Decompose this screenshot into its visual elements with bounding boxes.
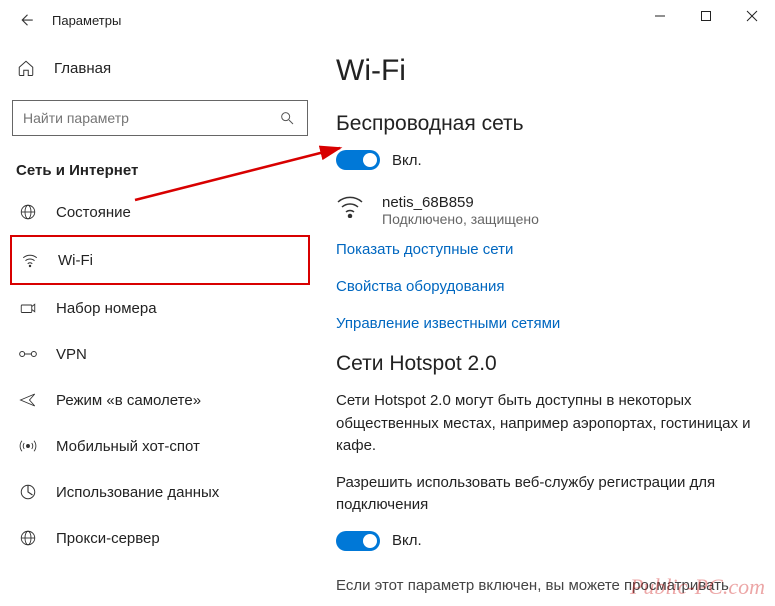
sidebar-item-label: Состояние <box>56 204 131 221</box>
wifi-icon <box>20 250 40 270</box>
link-show-networks[interactable]: Показать доступные сети <box>336 241 755 258</box>
network-status: Подключено, защищено <box>382 211 539 227</box>
airplane-icon <box>18 390 38 410</box>
search-input[interactable] <box>12 100 308 136</box>
wifi-toggle-label: Вкл. <box>392 152 422 169</box>
home-nav[interactable]: Главная <box>10 48 310 88</box>
proxy-icon <box>18 528 38 548</box>
sidebar-item-proxy[interactable]: Прокси-сервер <box>10 515 310 561</box>
hotspot-icon <box>18 436 38 456</box>
maximize-button[interactable] <box>683 0 729 32</box>
sidebar-item-label: Набор номера <box>56 300 157 317</box>
home-label: Главная <box>54 60 111 77</box>
sidebar-item-label: Использование данных <box>56 484 219 501</box>
sidebar: Главная Сеть и Интернет Состояние Wi-Fi … <box>0 40 320 606</box>
minimize-button[interactable] <box>637 0 683 32</box>
link-hardware-properties[interactable]: Свойства оборудования <box>336 278 755 295</box>
footer-text: Если этот параметр включен, вы можете пр… <box>336 575 755 598</box>
wifi-signal-icon <box>336 194 364 218</box>
sidebar-item-hotspot[interactable]: Мобильный хот-спот <box>10 423 310 469</box>
sidebar-item-airplane[interactable]: Режим «в самолете» <box>10 377 310 423</box>
link-known-networks[interactable]: Управление известными сетями <box>336 315 755 332</box>
wifi-toggle[interactable] <box>336 150 380 170</box>
window-title: Параметры <box>52 13 121 28</box>
current-network[interactable]: netis_68B859 Подключено, защищено <box>336 194 755 227</box>
sidebar-item-status[interactable]: Состояние <box>10 189 310 235</box>
back-button[interactable] <box>12 6 40 34</box>
dialup-icon <box>18 298 38 318</box>
vpn-icon <box>18 344 38 364</box>
sidebar-item-label: Прокси-сервер <box>56 530 160 547</box>
search-icon <box>277 108 297 128</box>
sidebar-item-vpn[interactable]: VPN <box>10 331 310 377</box>
data-usage-icon <box>18 482 38 502</box>
hotspot-section-title: Сети Hotspot 2.0 <box>336 352 755 376</box>
home-icon <box>16 58 36 78</box>
wireless-section-title: Беспроводная сеть <box>336 112 755 136</box>
globe-icon <box>18 202 38 222</box>
sidebar-item-wifi[interactable]: Wi-Fi <box>10 235 310 285</box>
hotspot-toggle[interactable] <box>336 531 380 551</box>
hotspot-description: Сети Hotspot 2.0 могут быть доступны в н… <box>336 390 755 458</box>
sidebar-section-title: Сеть и Интернет <box>10 140 310 189</box>
search-field[interactable] <box>23 110 253 126</box>
hotspot-permission-text: Разрешить использовать веб-службу регист… <box>336 472 755 517</box>
hotspot-toggle-label: Вкл. <box>392 532 422 549</box>
sidebar-item-dialup[interactable]: Набор номера <box>10 285 310 331</box>
close-button[interactable] <box>729 0 775 32</box>
sidebar-item-label: Режим «в самолете» <box>56 392 201 409</box>
sidebar-item-data-usage[interactable]: Использование данных <box>10 469 310 515</box>
sidebar-item-label: Мобильный хот-спот <box>56 438 200 455</box>
sidebar-item-label: VPN <box>56 346 87 363</box>
content-pane: Wi-Fi Беспроводная сеть Вкл. netis_68B85… <box>320 40 775 606</box>
page-title: Wi-Fi <box>336 54 755 88</box>
sidebar-item-label: Wi-Fi <box>58 252 93 269</box>
network-name: netis_68B859 <box>382 194 539 211</box>
